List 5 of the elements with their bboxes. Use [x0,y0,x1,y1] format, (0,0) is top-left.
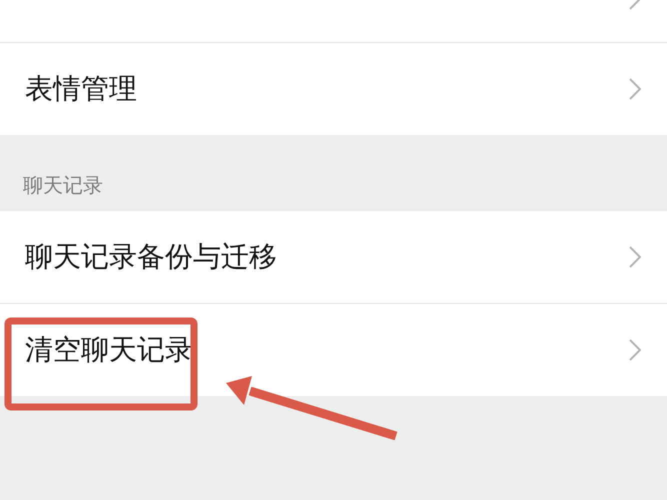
settings-row[interactable]: 聊天记录备份与迁移 [0,211,667,303]
chevron-right-icon [629,78,641,100]
chevron-right-icon [629,246,641,268]
chevron-right-icon [629,339,641,361]
section-header: 聊天记录 [23,172,103,199]
